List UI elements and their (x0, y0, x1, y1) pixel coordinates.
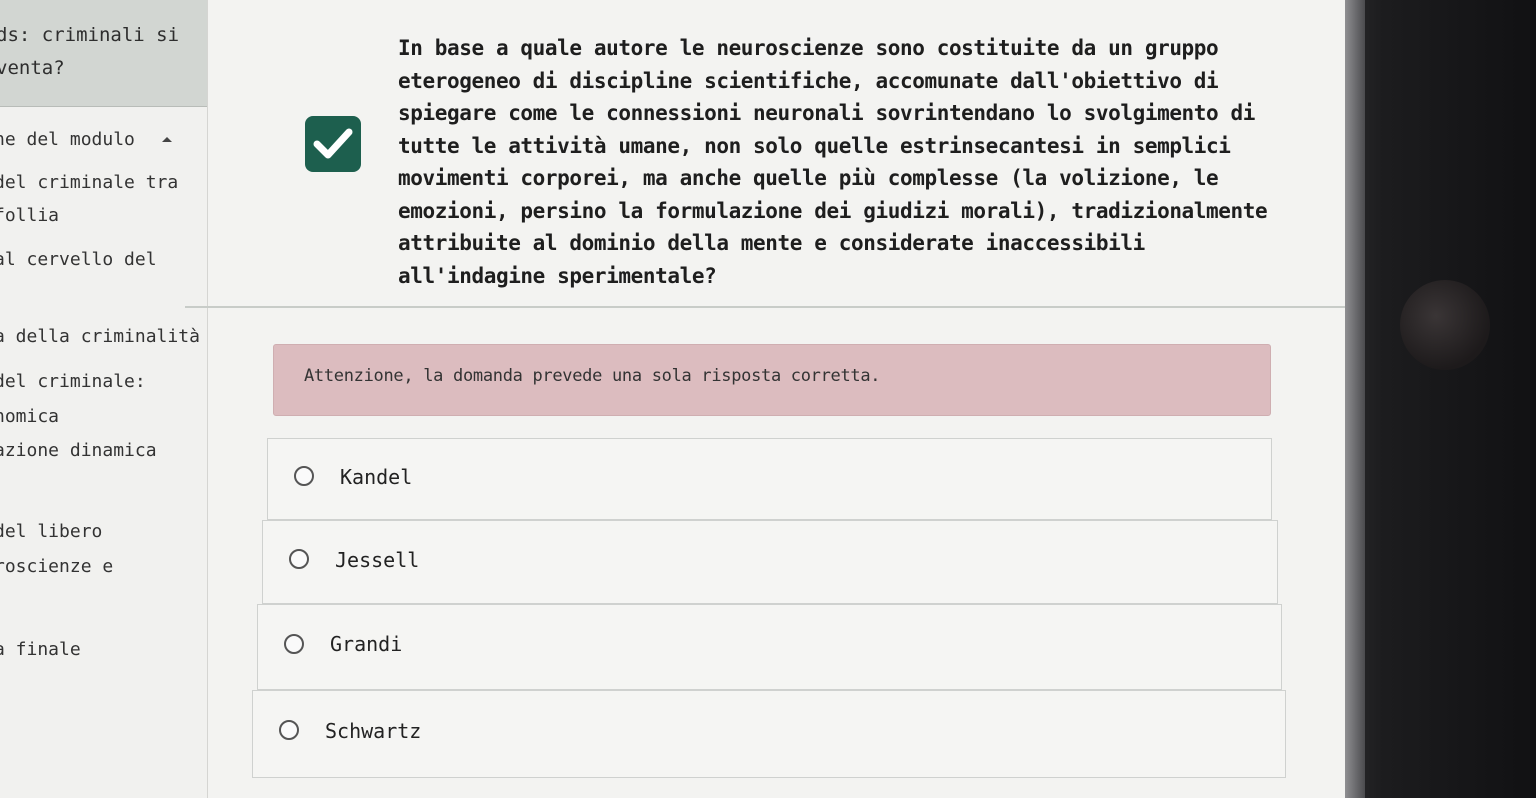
sidebar-title-line-1: ds: criminali si (0, 24, 180, 46)
answer-label: Grandi (330, 632, 403, 656)
answered-badge (305, 116, 361, 172)
checkmark-icon (313, 128, 353, 159)
question-text: In base a quale autore le neuroscienze s… (398, 36, 1268, 288)
quiz-screen: ds: criminali si venta? ne del modulo de… (0, 0, 1345, 798)
sidebar-item[interactable]: azione dinamica (0, 440, 157, 461)
sidebar-item[interactable]: del criminale: (0, 371, 146, 392)
sidebar-item-module[interactable]: ne del modulo (0, 129, 135, 150)
sidebar-title-line-2: venta? (0, 57, 65, 79)
sidebar-header[interactable]: ds: criminali si venta? (0, 0, 207, 107)
sidebar-item[interactable]: del criminale tra (0, 172, 178, 193)
camera-lens (1400, 280, 1490, 370)
answer-option[interactable]: Grandi (257, 604, 1282, 690)
collapse-caret-icon[interactable] (162, 137, 172, 142)
sidebar-item[interactable]: roscienze e (0, 556, 113, 577)
sidebar-item[interactable]: follia (0, 205, 59, 226)
sidebar-item[interactable]: del libero (0, 521, 102, 542)
sidebar-item[interactable]: al cervello del (0, 249, 157, 270)
device-edge (1345, 0, 1365, 798)
answer-option[interactable]: Jessell (262, 520, 1278, 604)
sidebar-item[interactable]: nomica (0, 406, 59, 427)
answer-option[interactable]: Kandel (267, 438, 1272, 520)
radio-button[interactable] (289, 549, 309, 569)
answer-label: Schwartz (325, 719, 422, 743)
warning-text: Attenzione, la domanda prevede una sola … (304, 366, 881, 386)
radio-button[interactable] (284, 634, 304, 654)
answer-label: Kandel (340, 465, 413, 489)
radio-button[interactable] (294, 466, 314, 486)
sidebar: ds: criminali si venta? ne del modulo de… (0, 0, 208, 798)
answer-label: Jessell (335, 548, 420, 572)
radio-button[interactable] (279, 720, 299, 740)
sidebar-item[interactable]: a finale (0, 639, 81, 660)
warning-banner: Attenzione, la domanda prevede una sola … (273, 344, 1271, 416)
sidebar-item[interactable]: a della criminalità (0, 326, 200, 347)
device-bezel (1345, 0, 1536, 798)
divider (185, 306, 1345, 308)
answer-option[interactable]: Schwartz (252, 690, 1286, 778)
